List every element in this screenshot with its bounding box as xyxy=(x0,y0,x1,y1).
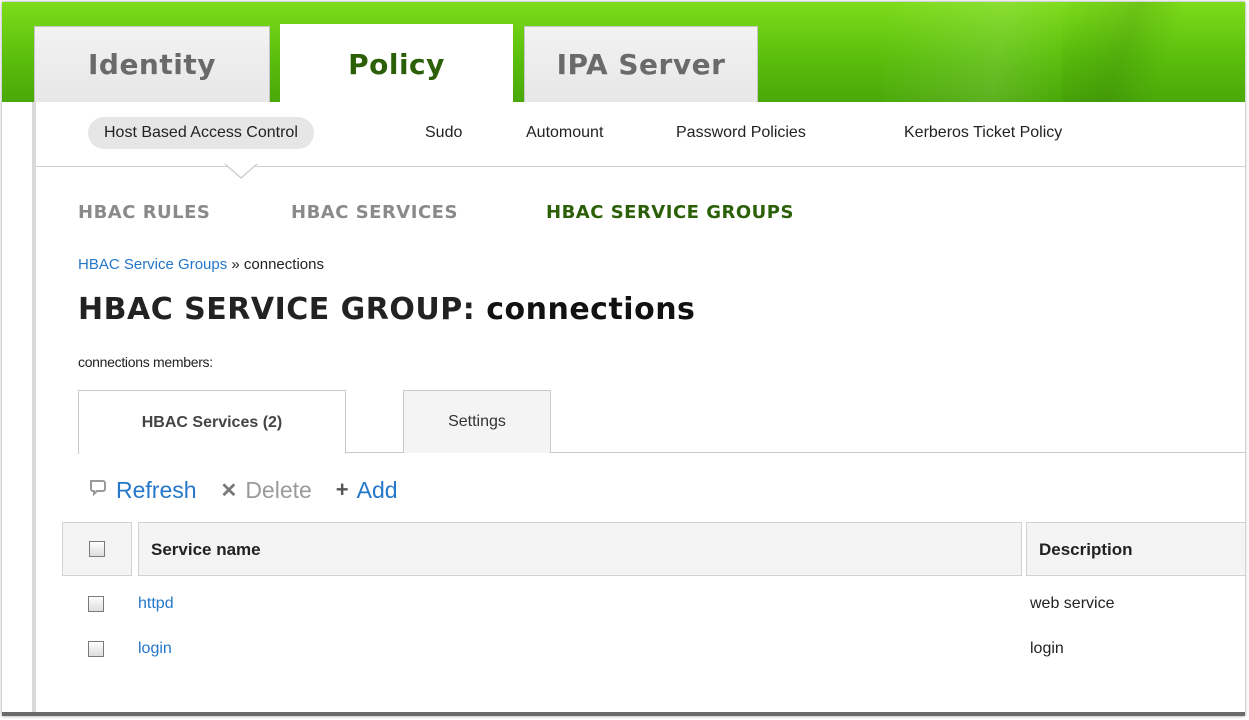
add-label: Add xyxy=(356,476,398,503)
select-all-checkbox[interactable] xyxy=(89,541,105,557)
service-description: web service xyxy=(1030,595,1115,612)
table-row: httpd web service xyxy=(62,585,1245,625)
subtab-kerberos-ticket-policy[interactable]: Kerberos Ticket Policy xyxy=(904,117,1062,149)
service-name-link[interactable]: httpd xyxy=(138,595,174,613)
members-label: connections members: xyxy=(78,354,213,370)
left-border xyxy=(32,102,36,714)
page-title: HBAC SERVICE GROUP: connections xyxy=(78,292,695,327)
service-description: login xyxy=(1030,640,1064,657)
refresh-label: Refresh xyxy=(116,476,197,503)
delete-label: Delete xyxy=(245,476,312,503)
page-title-object: connections xyxy=(486,292,696,327)
active-pointer-fill xyxy=(226,164,256,177)
tab-identity[interactable]: Identity xyxy=(34,26,270,102)
sub-navigation: Host Based Access Control Sudo Automount… xyxy=(36,102,1245,179)
column-header-description[interactable]: Description xyxy=(1026,522,1245,576)
x-icon: ✕ xyxy=(220,479,238,502)
add-button[interactable]: + Add xyxy=(336,477,398,504)
header-select-cell xyxy=(62,522,132,576)
refresh-icon xyxy=(88,478,108,502)
subtab-host-based-access-control[interactable]: Host Based Access Control xyxy=(88,117,314,149)
facet-hbac-services[interactable]: HBAC SERVICES xyxy=(291,202,458,223)
subtab-sudo[interactable]: Sudo xyxy=(425,117,462,149)
refresh-button[interactable]: Refresh xyxy=(88,477,197,504)
column-header-label: Service name xyxy=(151,540,261,559)
table-header: Service name Description xyxy=(62,522,1245,576)
header-decoration xyxy=(1062,2,1182,102)
tab-hbac-services[interactable]: HBAC Services (2) xyxy=(78,390,346,454)
tab-policy[interactable]: Policy xyxy=(280,24,513,104)
subtab-password-policies[interactable]: Password Policies xyxy=(676,117,806,149)
page-title-type: HBAC SERVICE GROUP: xyxy=(78,292,476,327)
facet-hbac-service-groups[interactable]: HBAC SERVICE GROUPS xyxy=(546,202,794,223)
tab-settings[interactable]: Settings xyxy=(403,390,551,453)
browser-window: Identity Policy IPA Server Host Based Ac… xyxy=(2,2,1245,716)
breadcrumb-link-hbac-service-groups[interactable]: HBAC Service Groups xyxy=(78,256,227,273)
service-name-link[interactable]: login xyxy=(138,640,172,658)
row-checkbox[interactable] xyxy=(88,596,104,612)
facet-hbac-rules[interactable]: HBAC RULES xyxy=(78,202,210,223)
table-row: login login xyxy=(62,630,1245,670)
action-toolbar: Refresh ✕ Delete + Add xyxy=(88,472,422,508)
tab-ipa-server[interactable]: IPA Server xyxy=(524,26,758,102)
subtab-automount[interactable]: Automount xyxy=(526,117,603,149)
breadcrumb: HBAC Service Groups » connections xyxy=(78,256,324,273)
delete-button[interactable]: ✕ Delete xyxy=(221,477,312,504)
column-header-label: Description xyxy=(1039,540,1133,559)
column-header-service-name[interactable]: Service name xyxy=(138,522,1022,576)
plus-icon: + xyxy=(335,477,349,502)
row-checkbox[interactable] xyxy=(88,641,104,657)
breadcrumb-current: connections xyxy=(243,256,324,273)
breadcrumb-separator: » xyxy=(227,256,244,273)
